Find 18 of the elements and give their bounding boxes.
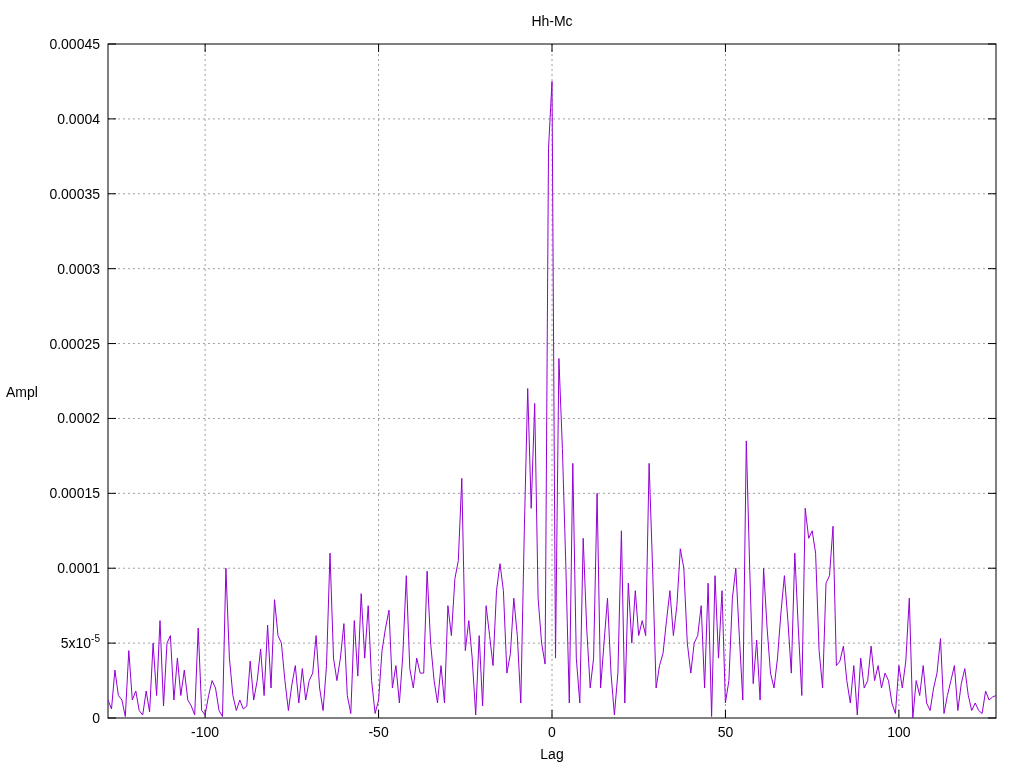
- y-tick-label: 0.00045: [49, 36, 100, 52]
- y-tick-label: 0.0001: [57, 560, 100, 577]
- x-tick-label: 50: [717, 724, 734, 740]
- chart-title: Hh-Mc: [531, 13, 573, 29]
- x-axis-label: Lag: [540, 746, 564, 762]
- x-tick-label: 0: [548, 724, 556, 740]
- y-tick-label: 5x10$^{-5}$: [60, 635, 100, 652]
- x-tick-label: 100: [887, 724, 911, 740]
- x-tick-label: -50: [368, 724, 389, 740]
- y-tick-label: 0.00025: [49, 335, 100, 352]
- y-axis-label: Ampl: [6, 384, 38, 400]
- x-tick-label: -100: [191, 724, 220, 740]
- y-tick-label: 0.0004: [57, 110, 100, 127]
- y-tick-label: 0.00035: [49, 185, 100, 202]
- y-tick-label: 0: [92, 710, 100, 726]
- y-tick-label: 0.00015: [49, 485, 100, 502]
- y-tick-label: 0.0003: [57, 260, 100, 277]
- y-tick-label: 0.0002: [57, 410, 100, 427]
